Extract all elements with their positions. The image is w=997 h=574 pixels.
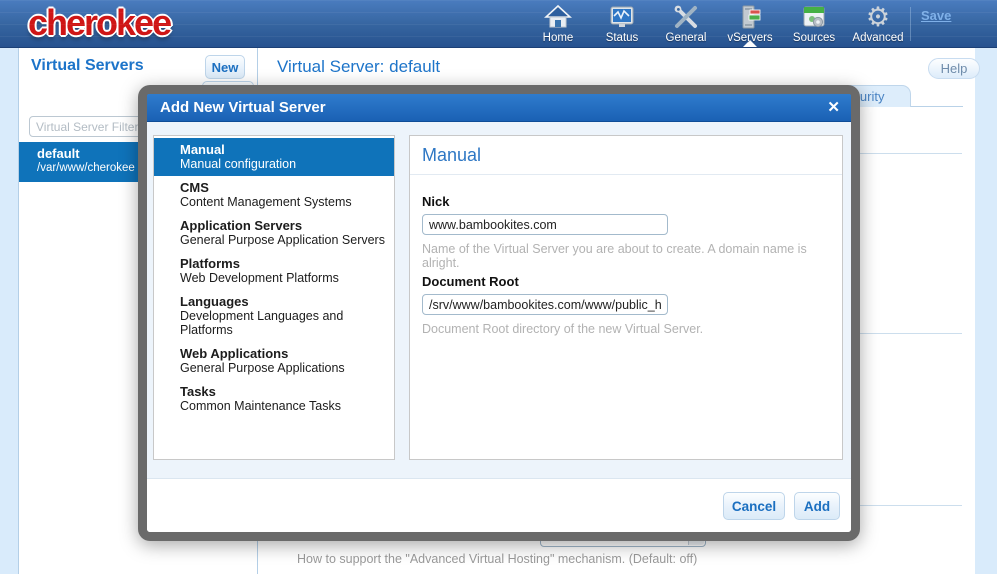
- sidebar-title: Virtual Servers: [31, 57, 144, 75]
- menu-item-subtitle: Web Development Platforms: [180, 271, 386, 285]
- add-button[interactable]: Add: [794, 492, 840, 520]
- menu-item-application-servers[interactable]: Application Servers General Purpose Appl…: [154, 214, 394, 252]
- nav-item-sources[interactable]: Sources: [786, 3, 842, 44]
- menu-item-cms[interactable]: CMS Content Management Systems: [154, 176, 394, 214]
- menu-item-subtitle: Development Languages and Platforms: [180, 309, 386, 337]
- menu-item-web-applications[interactable]: Web Applications General Purpose Applica…: [154, 342, 394, 380]
- menu-item-subtitle: Common Maintenance Tasks: [180, 399, 386, 413]
- document-root-input[interactable]: [422, 294, 668, 315]
- menu-item-title: Languages: [180, 294, 386, 309]
- menu-item-title: CMS: [180, 180, 386, 195]
- vservers-icon: [736, 3, 764, 31]
- document-root-field-group: Document Root Document Root directory of…: [422, 274, 703, 336]
- nav-item-label: Home: [543, 32, 574, 44]
- method-help-text: How to support the "Advanced Virtual Hos…: [297, 552, 697, 566]
- modal-title: Add New Virtual Server: [160, 99, 326, 116]
- nav-item-status[interactable]: Status: [594, 3, 650, 44]
- menu-item-title: Manual: [180, 142, 386, 157]
- nav-item-home[interactable]: Home: [530, 3, 586, 44]
- menu-item-title: Web Applications: [180, 346, 386, 361]
- page-title: Virtual Server: default: [277, 57, 440, 77]
- menu-item-manual[interactable]: Manual Manual configuration: [154, 138, 394, 176]
- cherokee-admin-app: cherokee Home: [0, 0, 997, 574]
- menu-item-languages[interactable]: Languages Development Languages and Plat…: [154, 290, 394, 342]
- modal-body: Manual Manual configuration CMS Content …: [147, 122, 851, 478]
- menu-item-tasks[interactable]: Tasks Common Maintenance Tasks: [154, 380, 394, 418]
- add-virtual-server-modal: Add New Virtual Server ✕ Manual Manual c…: [138, 85, 860, 541]
- nav-item-label: Status: [606, 32, 639, 44]
- nav-item-label: Sources: [793, 32, 835, 44]
- nav-item-vservers[interactable]: vServers: [722, 3, 778, 44]
- nick-field-group: Nick Name of the Virtual Server you are …: [422, 194, 842, 270]
- sources-icon: [800, 3, 828, 31]
- wizard-category-menu: Manual Manual configuration CMS Content …: [153, 135, 395, 460]
- document-root-help-text: Document Root directory of the new Virtu…: [422, 322, 703, 336]
- nav-item-label: vServers: [727, 32, 772, 44]
- menu-item-subtitle: Content Management Systems: [180, 195, 386, 209]
- menu-item-title: Platforms: [180, 256, 386, 271]
- nav-items: Home Status: [530, 3, 906, 44]
- nick-label: Nick: [422, 194, 842, 209]
- menu-item-platforms[interactable]: Platforms Web Development Platforms: [154, 252, 394, 290]
- nav-item-advanced[interactable]: ⚙ Advanced: [850, 3, 906, 44]
- modal-title-bar: Add New Virtual Server ✕: [147, 94, 851, 122]
- nav-item-general[interactable]: General: [658, 3, 714, 44]
- new-virtual-server-button[interactable]: New: [205, 55, 245, 79]
- manual-config-panel: Manual Nick Name of the Virtual Server y…: [409, 135, 843, 460]
- nav-item-label: General: [666, 32, 707, 44]
- status-monitor-icon: [608, 3, 636, 31]
- close-icon[interactable]: ✕: [827, 94, 840, 122]
- cancel-button[interactable]: Cancel: [723, 492, 785, 520]
- nav-item-label: Advanced: [852, 32, 903, 44]
- document-root-label: Document Root: [422, 274, 703, 289]
- gear-icon: ⚙: [866, 3, 890, 31]
- top-navbar: cherokee Home: [0, 0, 997, 48]
- menu-item-subtitle: General Purpose Application Servers: [180, 233, 386, 247]
- panel-heading: Manual: [410, 136, 842, 175]
- tools-icon: [672, 3, 700, 31]
- menu-item-subtitle: General Purpose Applications: [180, 361, 386, 375]
- menu-item-title: Tasks: [180, 384, 386, 399]
- nick-input[interactable]: [422, 214, 668, 235]
- modal-footer: Cancel Add: [147, 478, 851, 532]
- home-icon: [544, 3, 572, 31]
- help-button[interactable]: Help: [928, 58, 980, 79]
- cherokee-logo: cherokee: [28, 2, 170, 44]
- save-link[interactable]: Save: [921, 8, 951, 23]
- menu-item-title: Application Servers: [180, 218, 386, 233]
- nick-help-text: Name of the Virtual Server you are about…: [422, 242, 842, 270]
- menu-item-subtitle: Manual configuration: [180, 157, 386, 171]
- nav-divider: [910, 7, 911, 41]
